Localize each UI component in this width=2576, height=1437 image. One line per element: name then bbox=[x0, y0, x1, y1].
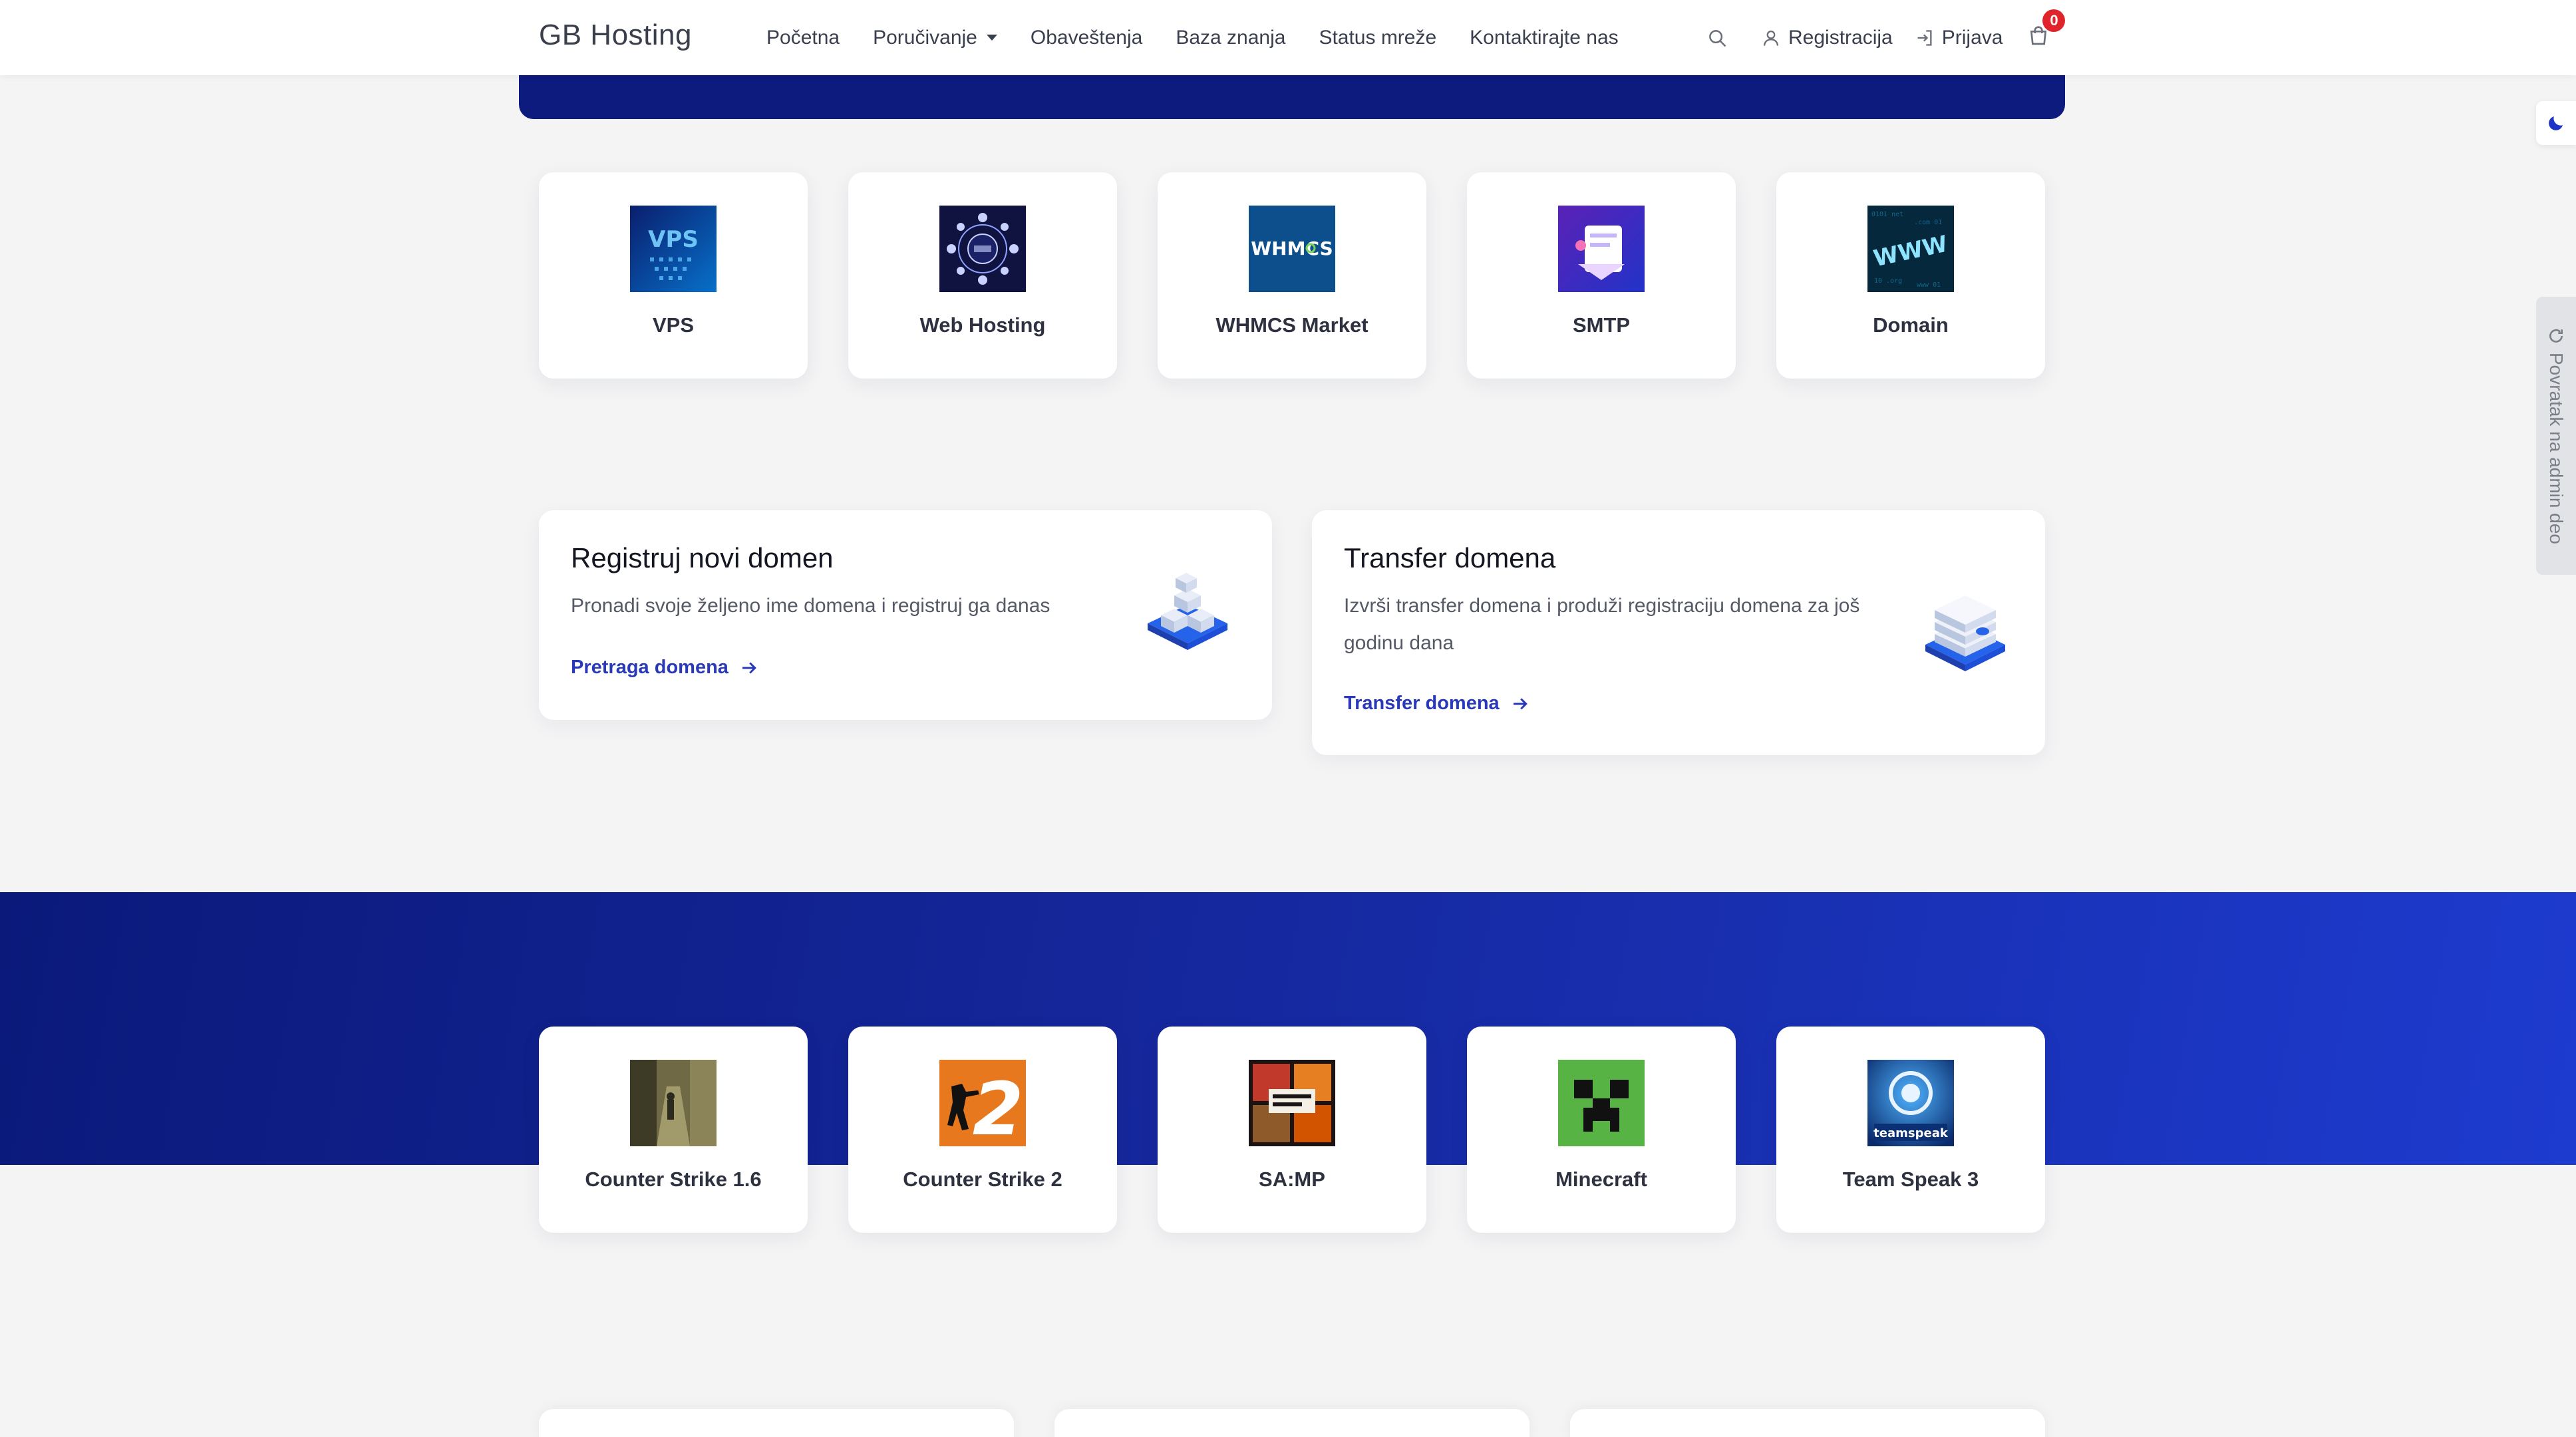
login-link[interactable]: Prijava bbox=[1915, 27, 2003, 49]
feature-card-1 bbox=[539, 1409, 1014, 1437]
main-nav: Početna Poručivanje Obaveštenja Baza zna… bbox=[766, 0, 1652, 75]
game-card-samp[interactable]: SA:MP bbox=[1158, 1027, 1426, 1233]
search-icon bbox=[1709, 29, 1726, 47]
cs2-thumbnail: 2 bbox=[939, 1060, 1026, 1146]
login-label: Prijava bbox=[1941, 26, 2003, 49]
hero-bottom-strip bbox=[519, 75, 2065, 119]
product-card-whmcs-market[interactable]: WHMCS WHMCS Market bbox=[1158, 172, 1426, 379]
svg-text:.com 01: .com 01 bbox=[1914, 219, 1942, 226]
transfer-domain-card: Transfer domena Izvrši transfer domena i… bbox=[1312, 510, 2045, 755]
chevron-down-icon bbox=[986, 35, 997, 41]
domain-search-label: Pretraga domena bbox=[571, 657, 728, 678]
svg-text:WHMCS: WHMCS bbox=[1251, 238, 1333, 259]
game-card-cs16[interactable]: Counter Strike 1.6 bbox=[539, 1027, 808, 1233]
dark-mode-toggle[interactable] bbox=[2536, 101, 2576, 145]
feature-card-3 bbox=[1570, 1409, 2045, 1437]
vps-thumbnail: VPS bbox=[630, 206, 717, 292]
cart-button[interactable]: 0 bbox=[2028, 9, 2066, 50]
product-label: Domain bbox=[1873, 313, 1949, 337]
samp-thumbnail bbox=[1249, 1060, 1335, 1146]
product-card-domain[interactable]: 0101 net .com 01 10 .org www 01 WWW Domain bbox=[1776, 172, 2045, 379]
web-hosting-thumbnail bbox=[939, 206, 1026, 292]
arrow-right-icon bbox=[742, 661, 756, 674]
user-icon bbox=[1763, 30, 1779, 46]
nav-home[interactable]: Početna bbox=[766, 27, 840, 49]
admin-tab-label: Povratak na admin deo bbox=[2546, 353, 2567, 544]
nav-contact[interactable]: Kontaktirajte nas bbox=[1470, 27, 1618, 49]
product-card-web-hosting[interactable]: Web Hosting bbox=[848, 172, 1117, 379]
svg-text:0101 net: 0101 net bbox=[1871, 211, 1903, 218]
domain-transfer-label: Transfer domena bbox=[1344, 693, 1500, 714]
transfer-domain-title: Transfer domena bbox=[1344, 542, 1556, 573]
arrow-right-icon bbox=[1513, 697, 1528, 710]
svg-text:10 .org: 10 .org bbox=[1874, 277, 1902, 285]
product-card-vps[interactable]: VPS VPS bbox=[539, 172, 808, 379]
feature-card-2 bbox=[1054, 1409, 1530, 1437]
domain-search-link[interactable]: Pretraga domena bbox=[571, 657, 759, 679]
back-to-admin-tab[interactable]: Povratak na admin deo bbox=[2536, 297, 2576, 575]
site-header: GB Hosting Početna Poručivanje Obavešten… bbox=[0, 0, 2576, 75]
cart-count-badge: 0 bbox=[2042, 9, 2066, 32]
svg-text:2: 2 bbox=[973, 1066, 1024, 1146]
smtp-thumbnail bbox=[1558, 206, 1645, 292]
register-label: Registracija bbox=[1788, 26, 1893, 49]
transfer-domain-text-line1: Izvrši transfer domena i produži registr… bbox=[1344, 595, 1860, 617]
login-icon bbox=[1917, 29, 1932, 46]
game-card-teamspeak[interactable]: teamspeak Team Speak 3 bbox=[1776, 1027, 2045, 1233]
game-label: Counter Strike 2 bbox=[903, 1168, 1062, 1191]
product-label: WHMCS Market bbox=[1215, 313, 1368, 337]
search-button[interactable] bbox=[1707, 28, 1735, 48]
minecraft-thumbnail bbox=[1558, 1060, 1645, 1146]
game-server-categories: Counter Strike 1.6 2 Counter Strike 2 SA… bbox=[539, 1027, 2045, 1233]
brand-logo[interactable]: GB Hosting bbox=[539, 19, 692, 52]
whmcs-thumbnail: WHMCS bbox=[1249, 206, 1335, 292]
register-domain-title: Registruj novi domen bbox=[571, 542, 834, 573]
svg-text:VPS: VPS bbox=[648, 226, 699, 253]
domain-thumbnail: 0101 net .com 01 10 .org www 01 WWW bbox=[1867, 206, 1954, 292]
register-link[interactable]: Registracija bbox=[1762, 27, 1893, 49]
teamspeak-thumbnail: teamspeak bbox=[1867, 1060, 1954, 1146]
game-card-minecraft[interactable]: Minecraft bbox=[1467, 1027, 1736, 1233]
nav-announcements[interactable]: Obaveštenja bbox=[1031, 27, 1142, 49]
transfer-domain-text: Izvrši transfer domena i produži registr… bbox=[1344, 587, 1859, 662]
register-domain-text: Pronadi svoje željeno ime domena i regis… bbox=[571, 595, 1050, 617]
product-categories: VPS VPS Web Hosting WHMCS WHMCS Market S… bbox=[539, 172, 2045, 379]
transfer-domain-text-line2: godinu dana bbox=[1344, 632, 1454, 654]
game-card-cs2[interactable]: 2 Counter Strike 2 bbox=[848, 1027, 1117, 1233]
header-actions: Registracija Prijava 0 bbox=[1707, 0, 2066, 75]
nav-order[interactable]: Poručivanje bbox=[873, 27, 997, 49]
product-label: SMTP bbox=[1572, 313, 1631, 337]
domain-transfer-link[interactable]: Transfer domena bbox=[1344, 693, 1530, 715]
product-label: Web Hosting bbox=[919, 313, 1046, 337]
nav-order-label: Poručivanje bbox=[873, 26, 977, 49]
cs16-thumbnail bbox=[630, 1060, 717, 1146]
nav-network-status[interactable]: Status mreže bbox=[1319, 27, 1436, 49]
svg-text:teamspeak: teamspeak bbox=[1873, 1126, 1949, 1140]
product-card-smtp[interactable]: SMTP bbox=[1467, 172, 1736, 379]
game-label: Minecraft bbox=[1555, 1168, 1647, 1191]
svg-text:www 01: www 01 bbox=[1917, 281, 1941, 289]
register-domain-card: Registruj novi domen Pronadi svoje želje… bbox=[539, 510, 1272, 720]
refresh-icon bbox=[2549, 329, 2563, 343]
game-label: Counter Strike 1.6 bbox=[585, 1168, 762, 1191]
moon-icon bbox=[2549, 116, 2563, 130]
cubes-illustration bbox=[1141, 569, 1234, 659]
game-label: Team Speak 3 bbox=[1842, 1168, 1979, 1191]
server-illustration bbox=[1919, 590, 2012, 680]
product-label: VPS bbox=[652, 313, 695, 337]
game-label: SA:MP bbox=[1259, 1168, 1325, 1191]
nav-knowledgebase[interactable]: Baza znanja bbox=[1176, 27, 1285, 49]
admin-tab-content: Povratak na admin deo bbox=[2545, 327, 2567, 544]
